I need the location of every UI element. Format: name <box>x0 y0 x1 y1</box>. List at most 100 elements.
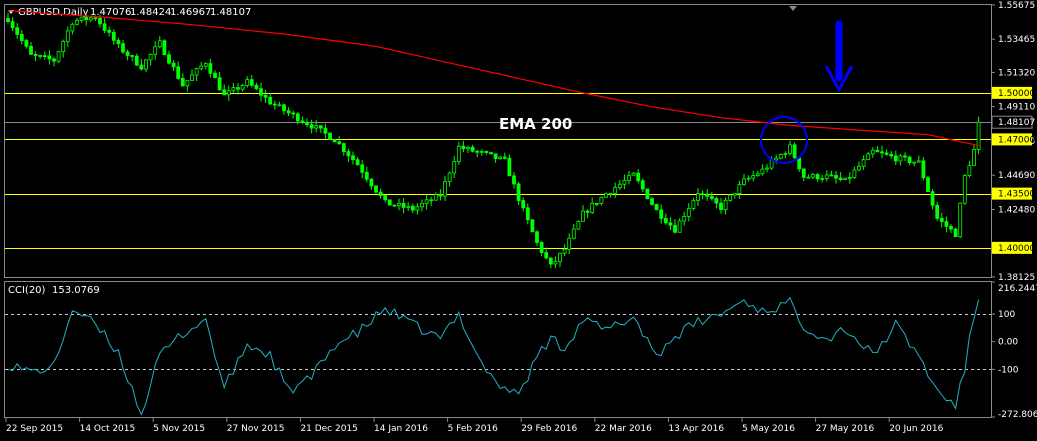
price-tick-label: 1.51320 <box>998 68 1035 78</box>
cci-axis: 216.2447 100 0.00 -100 -272.8061 <box>991 281 1037 420</box>
candle <box>673 219 677 234</box>
candle <box>65 26 70 47</box>
candle <box>650 196 654 206</box>
candle <box>737 180 742 199</box>
candle <box>535 230 539 247</box>
candle <box>516 181 521 206</box>
candle <box>328 132 332 140</box>
candle <box>539 241 544 257</box>
candle <box>286 107 291 117</box>
candle <box>622 174 627 190</box>
candle <box>705 189 710 202</box>
candle <box>594 203 599 207</box>
candle <box>134 53 139 67</box>
price-pane-frame <box>4 4 992 278</box>
candle <box>392 204 397 207</box>
candle <box>608 192 613 198</box>
candle <box>61 39 66 58</box>
cci-tick-label: -272.8061 <box>998 410 1037 420</box>
candle <box>70 22 75 35</box>
candle <box>456 141 461 165</box>
candle <box>341 142 346 156</box>
candle <box>176 61 181 80</box>
candle <box>443 175 447 202</box>
candle <box>700 190 705 200</box>
candle <box>820 174 825 183</box>
price-tick-label: 1.55675 <box>998 1 1035 11</box>
candle <box>52 56 56 67</box>
candle <box>466 145 470 153</box>
candle <box>627 170 631 185</box>
price-tick-label: 1.49110 <box>998 103 1035 113</box>
candle <box>222 84 227 96</box>
candle <box>838 172 843 182</box>
candle <box>815 173 820 182</box>
candle <box>75 17 79 26</box>
candle <box>157 36 162 49</box>
candle <box>585 209 590 219</box>
candle <box>194 67 199 81</box>
candle <box>305 118 309 128</box>
candle <box>581 205 585 222</box>
candle <box>139 58 144 71</box>
candle <box>512 172 516 189</box>
candle <box>714 196 719 209</box>
candle <box>190 69 194 81</box>
candle <box>590 197 595 215</box>
candle <box>121 40 125 55</box>
cci-tick-label: 216.2447 <box>998 284 1037 294</box>
shift-marker-icon[interactable] <box>789 6 797 11</box>
candle <box>884 149 889 156</box>
candle <box>484 150 489 155</box>
x-tick-label: 14 Oct 2015 <box>80 424 136 434</box>
candle <box>682 211 687 226</box>
candle <box>631 172 636 176</box>
candle <box>374 185 378 194</box>
candle <box>88 16 93 23</box>
candle <box>447 171 452 187</box>
candle <box>889 150 894 159</box>
candle <box>410 203 415 214</box>
candle <box>38 54 43 59</box>
candle <box>576 220 581 230</box>
candle <box>337 135 342 145</box>
candle <box>852 166 857 179</box>
low-value: 1.46967 <box>170 7 211 18</box>
current-price-label: 1.48107 <box>998 118 1035 128</box>
chart-canvas: GBPUSD,Daily 1.47076 1.48424 1.46967 1.4… <box>4 1 1037 434</box>
candle <box>332 138 337 143</box>
candle <box>203 62 208 70</box>
candle <box>56 50 61 63</box>
candle <box>944 216 949 233</box>
candle <box>493 153 498 163</box>
candle <box>778 153 783 160</box>
candle <box>760 164 765 176</box>
candle <box>15 23 20 40</box>
candle <box>645 188 650 200</box>
candle <box>387 199 392 206</box>
candle <box>364 166 369 183</box>
candle <box>226 85 231 101</box>
x-tick-label: 5 Feb 2016 <box>448 424 499 434</box>
candle <box>213 70 217 79</box>
candle <box>751 170 756 182</box>
candle <box>438 189 443 201</box>
candle <box>792 142 797 159</box>
price-tick-label: 1.38125 <box>998 273 1035 283</box>
level-price-label: 1.50000 <box>998 89 1035 99</box>
candle <box>240 83 245 92</box>
candle <box>79 16 84 23</box>
candle <box>309 119 314 134</box>
candle <box>29 41 33 55</box>
candle <box>351 151 355 165</box>
candle <box>291 110 296 119</box>
candle <box>686 203 691 222</box>
candle <box>847 172 852 184</box>
candle <box>719 197 723 214</box>
candle <box>857 161 861 172</box>
candle <box>521 197 526 212</box>
x-tick-label: 27 May 2016 <box>816 424 875 434</box>
candle <box>548 257 553 269</box>
candle <box>277 101 282 107</box>
chart-window: GBPUSD,Daily 1.47076 1.48424 1.46967 1.4… <box>0 0 1037 441</box>
